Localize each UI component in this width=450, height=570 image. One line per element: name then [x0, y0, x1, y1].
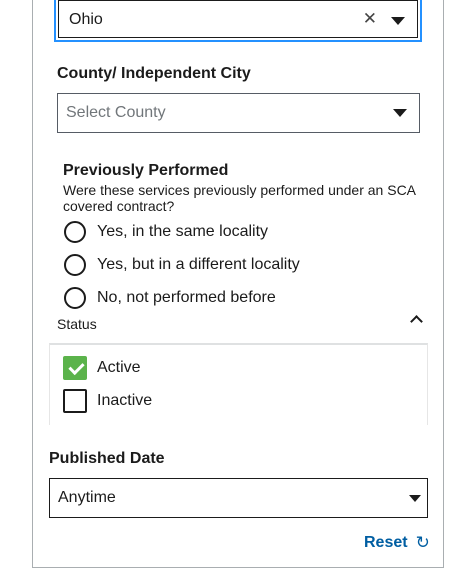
radio-label[interactable]: Yes, but in a different locality — [97, 256, 300, 274]
status-accordion-label[interactable]: Status — [57, 316, 97, 332]
checkbox-label[interactable]: Active — [97, 359, 141, 377]
radio-option-not-performed[interactable]: No, not performed before — [64, 286, 276, 310]
radio-label[interactable]: No, not performed before — [97, 289, 276, 307]
status-option-active[interactable]: Active — [63, 356, 141, 380]
published-date-value: Anytime — [58, 489, 116, 506]
published-date-label: Published Date — [49, 450, 165, 467]
checkbox[interactable] — [63, 389, 87, 413]
county-select[interactable]: Select County — [57, 93, 420, 133]
refresh-icon[interactable]: ↻ — [416, 533, 430, 553]
radio-button[interactable] — [64, 254, 86, 276]
radio-button[interactable] — [64, 287, 86, 309]
county-label: County/ Independent City — [57, 65, 251, 82]
published-date-select[interactable]: Anytime — [49, 478, 428, 518]
radio-button[interactable] — [64, 221, 86, 243]
radio-label[interactable]: Yes, in the same locality — [97, 223, 268, 241]
checkbox-checked[interactable] — [63, 356, 87, 380]
chevron-down-icon[interactable] — [393, 109, 407, 117]
previously-performed-title: Previously Performed — [63, 162, 229, 179]
reset-button[interactable]: Reset ↻ — [364, 533, 430, 553]
state-select[interactable]: Ohio ✕ — [54, 0, 422, 42]
radio-option-same-locality[interactable]: Yes, in the same locality — [64, 220, 268, 244]
state-select-value: Ohio — [69, 11, 103, 28]
previously-performed-hint: Were these services previously performed… — [63, 182, 416, 214]
chevron-down-icon[interactable] — [409, 495, 421, 502]
chevron-down-icon[interactable] — [391, 17, 405, 25]
checkbox-label[interactable]: Inactive — [97, 392, 152, 410]
county-select-placeholder: Select County — [66, 104, 166, 121]
reset-label[interactable]: Reset — [364, 534, 408, 552]
status-option-inactive[interactable]: Inactive — [63, 389, 152, 413]
clear-icon[interactable]: ✕ — [363, 9, 377, 29]
radio-option-different-locality[interactable]: Yes, but in a different locality — [64, 253, 300, 277]
state-select-field[interactable]: Ohio ✕ — [58, 0, 418, 38]
